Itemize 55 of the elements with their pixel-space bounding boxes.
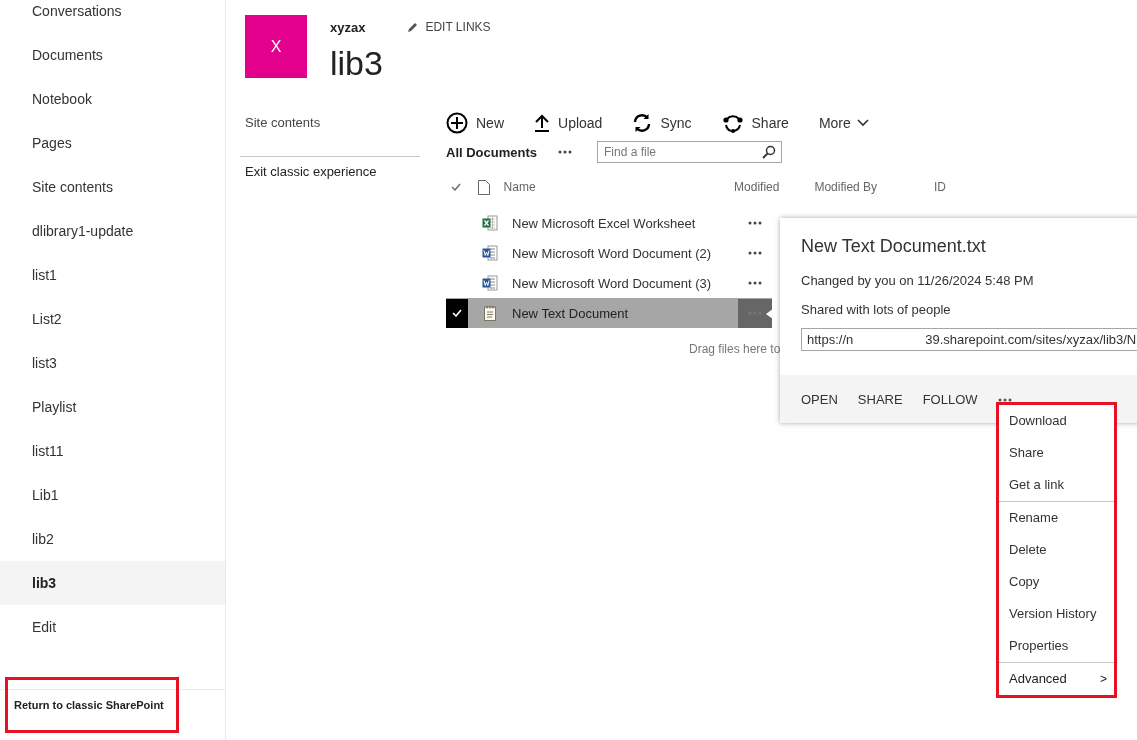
search-field[interactable]: Find a file — [597, 141, 782, 163]
callout-action[interactable]: FOLLOW — [922, 391, 978, 407]
view-selector[interactable]: All Documents — [446, 144, 537, 160]
menu-item[interactable]: Share — [999, 437, 1114, 469]
nav-item[interactable]: Site contents — [0, 165, 225, 209]
file-name[interactable]: New Microsoft Word Document (2) — [512, 245, 738, 261]
site-logo[interactable]: X — [245, 15, 307, 78]
nav-item[interactable]: lib3 — [0, 561, 225, 605]
callout-title: New Text Document.txt — [801, 236, 987, 257]
nav-item[interactable]: List2 — [0, 297, 225, 341]
nav-item[interactable]: Playlist — [0, 385, 225, 429]
page-title: lib3 — [330, 43, 384, 83]
nav-item[interactable]: Documents — [0, 33, 225, 77]
new-command[interactable]: New — [446, 112, 504, 134]
return-classic-link[interactable]: Return to classic SharePoint — [5, 677, 179, 733]
drop-hint: Drag files here to — [689, 342, 781, 356]
quick-launch-link[interactable]: Exit classic experience — [245, 164, 377, 179]
menu-item[interactable]: Delete — [999, 534, 1114, 566]
nav-item[interactable]: Conversations — [0, 0, 225, 33]
menu-item[interactable]: Rename — [999, 502, 1114, 534]
column-header[interactable]: Name — [503, 180, 735, 194]
menu-item[interactable]: Copy — [999, 566, 1114, 598]
callout-action[interactable]: SHARE — [857, 391, 903, 407]
nav-item[interactable]: list1 — [0, 253, 225, 297]
column-header[interactable]: Modified — [734, 180, 815, 194]
nav-item[interactable]: Edit — [0, 605, 225, 649]
sharing-info: Shared with lots of people — [801, 302, 952, 317]
nav-item[interactable]: Lib1 — [0, 473, 225, 517]
file-name[interactable]: New Microsoft Excel Worksheet — [512, 215, 738, 231]
menu-item[interactable]: Version History — [999, 598, 1114, 630]
column-header[interactable]: ID — [934, 180, 946, 194]
nav-item[interactable]: dlibrary1-update — [0, 209, 225, 253]
file-name[interactable]: New Microsoft Word Document (3) — [512, 275, 738, 291]
menu-item[interactable]: Advanced > — [999, 663, 1114, 695]
nav-item[interactable]: list11 — [0, 429, 225, 473]
menu-item[interactable]: Get a link — [999, 469, 1114, 501]
nav-item[interactable]: Notebook — [0, 77, 225, 121]
upload-command[interactable]: Upload — [534, 114, 603, 132]
share-command[interactable]: Share — [721, 113, 789, 133]
menu-item[interactable]: Download — [999, 405, 1114, 437]
sync-command[interactable]: Sync — [632, 113, 692, 133]
more-command[interactable]: More — [818, 115, 869, 131]
nav-item[interactable]: list3 — [0, 341, 225, 385]
change-info: Changed by you on 11/26/2024 5:48 PM — [801, 273, 1035, 288]
nav-item[interactable]: Pages — [0, 121, 225, 165]
quick-launch-link[interactable]: Site contents — [245, 115, 321, 130]
link-field[interactable]: https://n 39.sharepoint.com/sites/xyzax/lib3/N — [801, 328, 1137, 351]
edit-links-button[interactable]: EDIT LINKS — [407, 20, 491, 34]
callout-action[interactable]: OPEN — [801, 391, 838, 407]
column-header[interactable]: Modified By — [814, 180, 934, 194]
site-name[interactable]: xyzax — [330, 19, 366, 35]
selected-row-highlight[interactable]: New Text Document — [446, 298, 772, 328]
file-name[interactable]: New Text Document — [512, 305, 738, 321]
menu-item[interactable]: Properties — [999, 630, 1114, 662]
nav-item[interactable]: lib2 — [0, 517, 225, 561]
